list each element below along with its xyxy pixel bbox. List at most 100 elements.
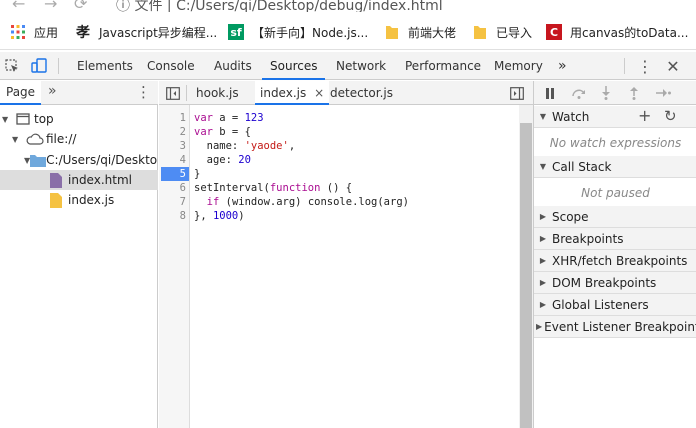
pause-icon[interactable] — [542, 85, 558, 101]
code-token: 123 — [244, 112, 264, 124]
expand-triangle-icon[interactable]: ▼ — [12, 135, 26, 144]
reload-icon[interactable]: ⟳ — [74, 0, 87, 12]
bookmark-nodejs[interactable]: sf 【新手向】Node.js... — [228, 22, 368, 42]
code-token: age: — [194, 154, 239, 166]
c-logo-icon: C — [546, 24, 562, 40]
refresh-watch-icon[interactable]: ↻ — [664, 107, 677, 125]
navigator-pane: Page » ⋮ ▼ top ▼ file:// ▼ C:/Users/qi/D… — [0, 81, 158, 428]
close-devtools-icon[interactable]: ✕ — [664, 57, 682, 76]
toolbar-divider — [624, 58, 625, 74]
sf-icon: sf — [228, 24, 244, 40]
toggle-debugger-icon[interactable] — [509, 85, 525, 101]
expand-triangle-icon[interactable]: ▶ — [536, 300, 550, 309]
code-line[interactable]: name: 'yaode', — [194, 139, 296, 153]
url-text[interactable]: ⓘ 文件 | C:/Users/qi/Desktop/debug/index.h… — [116, 0, 443, 12]
bookmark-js-async[interactable]: 孝 Javascript异步编程... — [75, 22, 217, 42]
bookmark-apps[interactable]: 应用 — [10, 22, 58, 42]
editor-tab-hook-js[interactable]: hook.js — [191, 81, 244, 105]
code-token: var — [194, 112, 213, 124]
back-icon[interactable]: ← — [12, 0, 25, 12]
close-tab-icon[interactable]: × — [314, 86, 324, 100]
step-icon — [654, 85, 672, 101]
editor-pane: hook.js index.js × detector.js 12345678 … — [159, 81, 533, 428]
collapse-triangle-icon[interactable]: ▼ — [536, 112, 550, 121]
bookmark-imported-folder[interactable]: 已导入 — [472, 22, 532, 42]
tab-performance[interactable]: Performance — [405, 52, 481, 80]
folder-icon — [30, 154, 47, 167]
kebab-menu-icon[interactable]: ⋮ — [636, 57, 654, 76]
code-token: setInterval( — [194, 182, 270, 194]
frame-icon — [16, 113, 34, 125]
code-line[interactable]: } — [194, 167, 200, 181]
tree-item-top[interactable]: ▼ top — [0, 109, 158, 129]
forward-icon[interactable]: → — [44, 0, 57, 12]
code-token: a = — [212, 112, 245, 124]
step-over-icon — [570, 85, 588, 101]
code-line[interactable]: age: 20 — [194, 153, 251, 167]
section-title: Call Stack — [552, 159, 612, 174]
more-tabs-icon[interactable]: » — [558, 52, 567, 80]
tab-audits[interactable]: Audits — [214, 52, 252, 80]
tree-item-index-html[interactable]: index.html — [0, 170, 158, 190]
expand-triangle-icon[interactable]: ▼ — [2, 115, 16, 124]
tab-network[interactable]: Network — [336, 52, 386, 80]
code-token: } — [194, 168, 201, 180]
code-token: 20 — [238, 154, 251, 166]
section-dom-breakpoints[interactable]: ▶ DOM Breakpoints — [534, 272, 696, 294]
debugger-toolbar — [534, 81, 696, 105]
section-title: Event Listener Breakpoints — [544, 319, 696, 334]
more-panes-icon[interactable]: » — [48, 83, 57, 99]
collapse-triangle-icon[interactable]: ▼ — [536, 162, 550, 171]
add-watch-icon[interactable]: + — [638, 106, 651, 125]
toggle-navigator-icon[interactable] — [165, 85, 181, 101]
tab-sources[interactable]: Sources — [262, 52, 326, 80]
expand-triangle-icon[interactable]: ▶ — [536, 278, 550, 287]
section-title: DOM Breakpoints — [552, 275, 657, 290]
section-event-listener-breakpoints[interactable]: ▶ Event Listener Breakpoints — [534, 316, 696, 338]
expand-triangle-icon[interactable]: ▶ — [536, 256, 550, 265]
code-line[interactable]: }, 1000) — [194, 209, 245, 223]
tab-memory[interactable]: Memory — [494, 52, 543, 80]
code-line[interactable]: if (window.arg) console.log(arg) — [194, 195, 409, 209]
code-token: var — [194, 126, 213, 138]
section-title: Global Listeners — [552, 297, 649, 312]
html-file-icon — [50, 172, 68, 188]
code-token: 'yaode' — [244, 140, 289, 152]
code-line[interactable]: var b = { — [194, 125, 251, 139]
toolbar-divider — [58, 58, 59, 74]
js-file-icon — [50, 192, 68, 208]
expand-triangle-icon[interactable]: ▶ — [536, 234, 550, 243]
tree-item-folder[interactable]: ▼ C:/Users/qi/Desktop/debug — [0, 150, 158, 170]
navigator-header: Page » ⋮ — [0, 81, 158, 105]
code-token: name: — [194, 140, 245, 152]
code-line[interactable]: var a = 123 — [194, 111, 264, 125]
expand-triangle-icon[interactable]: ▶ — [536, 322, 542, 331]
bookmark-label: Javascript异步编程... — [99, 25, 218, 40]
bookmark-canvas[interactable]: C 用canvas的toData... — [546, 22, 688, 42]
inspect-element-icon[interactable] — [4, 58, 20, 74]
tree-item-index-js[interactable]: index.js — [0, 190, 158, 210]
bookmark-frontend-folder[interactable]: 前端大佬 — [384, 22, 456, 42]
expand-triangle-icon[interactable]: ▶ — [536, 212, 550, 221]
section-breakpoints[interactable]: ▶ Breakpoints — [534, 228, 696, 250]
section-global-listeners[interactable]: ▶ Global Listeners — [534, 294, 696, 316]
tree-item-file[interactable]: ▼ file:// — [0, 129, 158, 149]
section-scope[interactable]: ▶ Scope — [534, 206, 696, 228]
device-toggle-icon[interactable] — [30, 57, 48, 75]
code-area[interactable]: var a = 123 var b = { name: 'yaode', age:… — [159, 105, 519, 428]
scrollbar-thumb[interactable] — [520, 123, 532, 428]
section-xhr-breakpoints[interactable]: ▶ XHR/fetch Breakpoints — [534, 250, 696, 272]
section-watch[interactable]: ▼ Watch + ↻ — [534, 106, 696, 128]
code-line[interactable]: setInterval(function () { — [194, 181, 352, 195]
editor-tab-index-js[interactable]: index.js × — [255, 81, 330, 105]
tab-elements[interactable]: Elements — [77, 52, 133, 80]
section-call-stack[interactable]: ▼ Call Stack — [534, 156, 696, 178]
navigator-menu-icon[interactable]: ⋮ — [136, 83, 151, 101]
tab-console[interactable]: Console — [147, 52, 195, 80]
section-title: XHR/fetch Breakpoints — [552, 253, 688, 268]
tree-label: C:/Users/qi/Desktop/debug — [46, 153, 158, 167]
bookmark-label: 已导入 — [496, 25, 533, 40]
editor-tab-detector-js[interactable]: detector.js — [325, 81, 398, 105]
tab-page[interactable]: Page — [0, 81, 42, 105]
